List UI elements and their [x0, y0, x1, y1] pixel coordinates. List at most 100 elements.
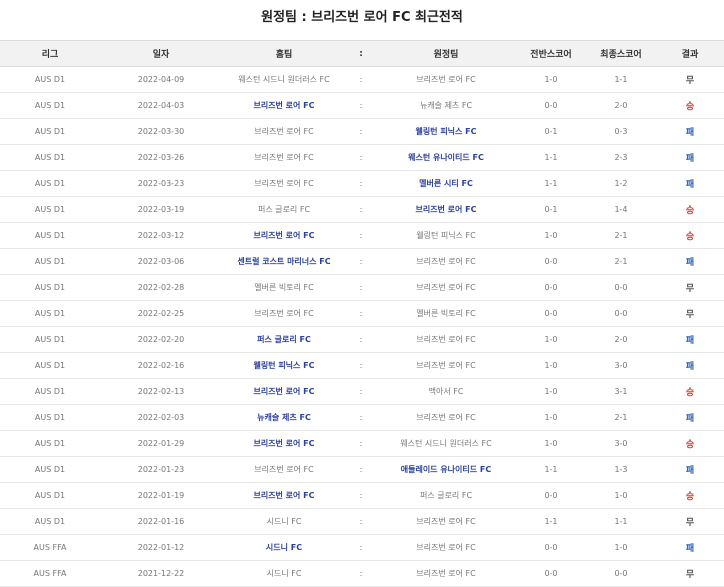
half-score-cell: 0-1 — [516, 118, 586, 145]
league-cell: AUS D1 — [0, 300, 100, 327]
colon-cell: : — [346, 170, 376, 197]
home-team-cell: 웨스턴 시드니 원더러스 FC — [222, 66, 346, 93]
league-cell: AUS D1 — [0, 248, 100, 275]
result-cell: 무 — [656, 300, 724, 327]
home-team-cell: 브리즈번 로어 FC — [222, 144, 346, 171]
date-cell: 2022-03-26 — [100, 144, 222, 171]
away-team-cell: 뉴캐슬 제츠 FC — [376, 92, 516, 119]
date-cell: 2022-01-16 — [100, 508, 222, 535]
result-cell: 무 — [656, 274, 724, 301]
table-row: AUS D1 2022-02-13 브리즈번 로어 FC: 맥아서 FC 1-0 3-1 승 — [0, 378, 724, 405]
colon-cell: : — [346, 144, 376, 171]
result-cell: 승 — [656, 430, 724, 457]
table-row: AUS D1 2022-01-19 브리즈번 로어 FC: 퍼스 글로리 FC 0-0 1… — [0, 482, 724, 509]
home-team-cell: 퍼스 글로리 FC — [222, 196, 346, 223]
result-cell: 패 — [656, 326, 724, 353]
half-score-cell: 1-0 — [516, 352, 586, 379]
home-team-cell: 브리즈번 로어 FC — [222, 482, 346, 509]
home-team-cell: 브리즈번 로어 FC — [222, 300, 346, 327]
header-home: 홈팀 — [222, 40, 346, 67]
date-cell: 2022-01-12 — [100, 534, 222, 561]
home-team-cell: 퍼스 글로리 FC — [222, 326, 346, 353]
league-cell: AUS D1 — [0, 118, 100, 145]
table-row: AUS D1 2022-02-20 퍼스 글로리 FC: 브리즈번 로어 FC 1-0 2… — [0, 326, 724, 353]
half-score-cell: 1-1 — [516, 170, 586, 197]
date-cell: 2022-02-20 — [100, 326, 222, 353]
table-row: AUS D1 2022-03-12 브리즈번 로어 FC: 웰링턴 피닉스 FC 1-0… — [0, 222, 724, 249]
away-team-cell: 브리즈번 로어 FC — [376, 352, 516, 379]
league-cell: AUS D1 — [0, 66, 100, 93]
colon-cell: : — [346, 66, 376, 93]
result-cell: 승 — [656, 92, 724, 119]
final-score-cell: 1-2 — [586, 170, 656, 197]
home-team-cell: 브리즈번 로어 FC — [222, 456, 346, 483]
date-cell: 2022-02-25 — [100, 300, 222, 327]
result-cell: 승 — [656, 196, 724, 223]
date-cell: 2022-01-29 — [100, 430, 222, 457]
table-row: AUS D1 2022-02-16 웰링턴 피닉스 FC: 브리즈번 로어 FC 1-0… — [0, 352, 724, 379]
final-score-cell: 0-0 — [586, 560, 656, 587]
league-cell: AUS FFA — [0, 560, 100, 587]
away-team-cell: 브리즈번 로어 FC — [376, 508, 516, 535]
final-score-cell: 2-1 — [586, 222, 656, 249]
date-cell: 2022-01-23 — [100, 456, 222, 483]
away-team-cell: 웨스턴 유나이티드 FC — [376, 144, 516, 171]
home-team-cell: 시드니 FC — [222, 560, 346, 587]
league-cell: AUS D1 — [0, 222, 100, 249]
colon-cell: : — [346, 274, 376, 301]
date-cell: 2022-03-06 — [100, 248, 222, 275]
league-cell: AUS D1 — [0, 326, 100, 353]
half-score-cell: 1-1 — [516, 144, 586, 171]
header-date: 일자 — [100, 40, 222, 67]
date-cell: 2022-03-30 — [100, 118, 222, 145]
half-score-cell: 0-0 — [516, 300, 586, 327]
table-row: AUS D1 2022-02-28 멜버른 빅토리 FC: 브리즈번 로어 FC 0-0… — [0, 274, 724, 301]
table-row: AUS FFA 2021-12-22 시드니 FC: 브리즈번 로어 FC 0-0 0-0… — [0, 560, 724, 587]
table-body: AUS D1 2022-04-09 웨스턴 시드니 원더러스 FC: 브리즈번 로어 … — [0, 66, 724, 587]
away-team-cell: 멜버른 빅토리 FC — [376, 300, 516, 327]
colon-cell: : — [346, 352, 376, 379]
table-header-row: 리그 일자 홈팀 : 원정팀 전반스코어 최종스코어 결과 — [0, 40, 724, 67]
home-team-cell: 브리즈번 로어 FC — [222, 378, 346, 405]
result-cell: 패 — [656, 534, 724, 561]
league-cell: AUS D1 — [0, 378, 100, 405]
half-score-cell: 1-0 — [516, 222, 586, 249]
away-team-cell: 퍼스 글로리 FC — [376, 482, 516, 509]
colon-cell: : — [346, 222, 376, 249]
home-team-cell: 브리즈번 로어 FC — [222, 92, 346, 119]
header-half-score: 전반스코어 — [516, 40, 586, 67]
half-score-cell: 0-0 — [516, 560, 586, 587]
date-cell: 2022-01-19 — [100, 482, 222, 509]
final-score-cell: 2-0 — [586, 326, 656, 353]
half-score-cell: 1-0 — [516, 326, 586, 353]
final-score-cell: 1-1 — [586, 66, 656, 93]
colon-cell: : — [346, 560, 376, 587]
half-score-cell: 0-0 — [516, 92, 586, 119]
home-team-cell: 웰링턴 피닉스 FC — [222, 352, 346, 379]
final-score-cell: 3-1 — [586, 378, 656, 405]
final-score-cell: 1-0 — [586, 534, 656, 561]
final-score-cell: 2-1 — [586, 248, 656, 275]
league-cell: AUS D1 — [0, 482, 100, 509]
half-score-cell: 1-1 — [516, 508, 586, 535]
away-team-cell: 브리즈번 로어 FC — [376, 274, 516, 301]
table-row: AUS D1 2022-03-19 퍼스 글로리 FC: 브리즈번 로어 FC 0-1 1… — [0, 196, 724, 223]
colon-cell: : — [346, 378, 376, 405]
colon-cell: : — [346, 404, 376, 431]
away-team-cell: 브리즈번 로어 FC — [376, 326, 516, 353]
result-cell: 승 — [656, 222, 724, 249]
result-cell: 패 — [656, 248, 724, 275]
league-cell: AUS D1 — [0, 456, 100, 483]
date-cell: 2022-02-28 — [100, 274, 222, 301]
final-score-cell: 2-3 — [586, 144, 656, 171]
away-team-cell: 맥아서 FC — [376, 378, 516, 405]
colon-cell: : — [346, 92, 376, 119]
half-score-cell: 0-1 — [516, 196, 586, 223]
result-cell: 패 — [656, 144, 724, 171]
header-league: 리그 — [0, 40, 100, 67]
table-row: AUS D1 2022-01-23 브리즈번 로어 FC: 애들레이드 유나이티드 F… — [0, 456, 724, 483]
header-result: 결과 — [656, 40, 724, 67]
away-team-cell: 브리즈번 로어 FC — [376, 534, 516, 561]
colon-cell: : — [346, 248, 376, 275]
final-score-cell: 1-0 — [586, 482, 656, 509]
